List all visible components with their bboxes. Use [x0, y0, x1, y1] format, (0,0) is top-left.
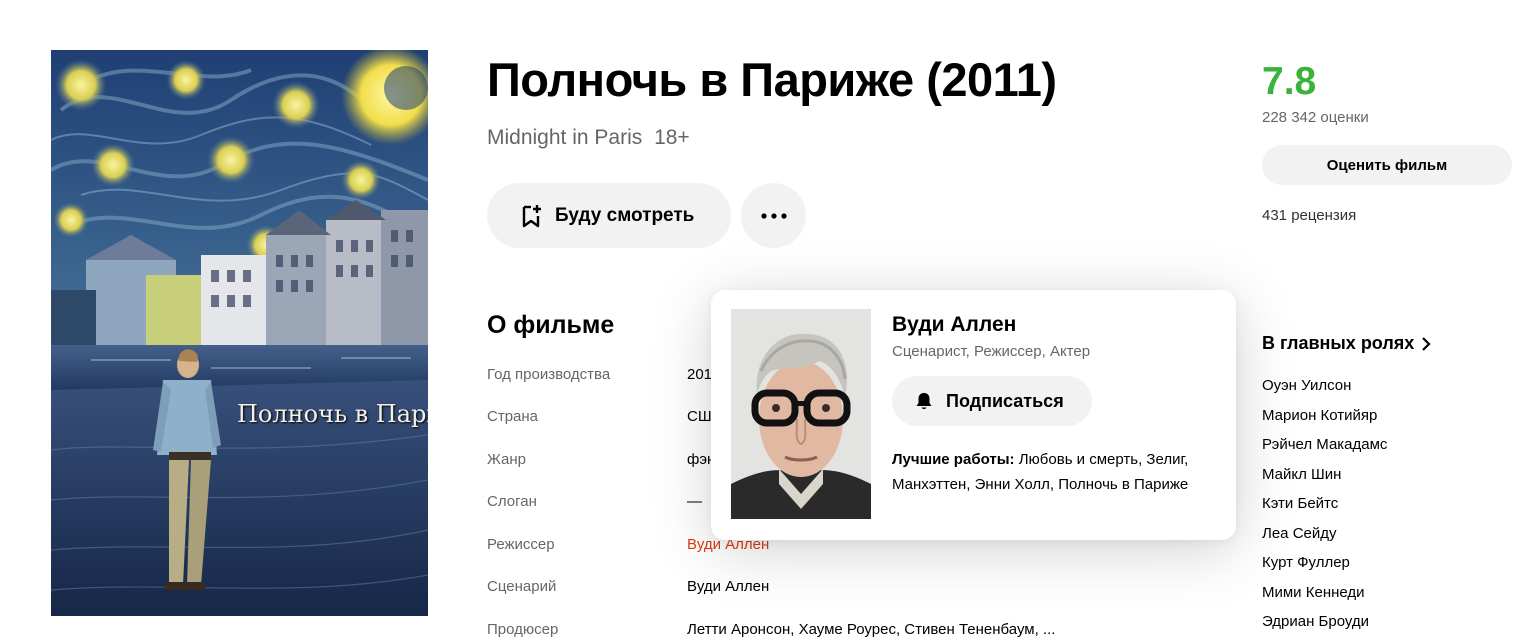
- original-title: Midnight in Paris 18+: [487, 126, 690, 150]
- person-name[interactable]: Вуди Аллен: [892, 313, 1016, 337]
- bell-icon: [916, 393, 932, 409]
- rating-votes[interactable]: 228 342 оценки: [1262, 109, 1369, 126]
- movie-poster[interactable]: Полночь в Париже: [51, 50, 428, 616]
- info-label: Слоган: [487, 493, 537, 510]
- info-value[interactable]: Летти Аронсон, Хауме Роурес, Стивен Тене…: [687, 621, 1055, 638]
- cast-item[interactable]: Мими Кеннеди: [1262, 584, 1365, 601]
- more-button[interactable]: [741, 183, 806, 248]
- watch-later-label: Буду смотреть: [555, 204, 695, 226]
- cast-heading-text: В главных ролях: [1262, 333, 1415, 353]
- info-label: Страна: [487, 408, 539, 425]
- more-dots-icon: [760, 212, 787, 219]
- cast-item[interactable]: Майкл Шин: [1262, 466, 1341, 483]
- cast-item[interactable]: Оуэн Уилсон: [1262, 377, 1351, 394]
- info-label: Продюсер: [487, 621, 559, 638]
- watch-later-button[interactable]: Буду смотреть: [487, 183, 731, 248]
- chevron-right-icon: [1422, 336, 1431, 351]
- best-works: Лучшие работы: Любовь и смерть, Зелиг, М…: [892, 448, 1222, 497]
- info-value[interactable]: СШ: [687, 408, 712, 425]
- cast-heading[interactable]: В главных ролях: [1262, 333, 1432, 354]
- about-heading: О фильме: [487, 311, 615, 339]
- info-label: Сценарий: [487, 578, 557, 595]
- info-label: Жанр: [487, 451, 526, 468]
- poster-title-text: Полночь в Париже: [237, 400, 428, 428]
- cast-item[interactable]: Рэйчел Макадамс: [1262, 436, 1387, 453]
- reviews-count[interactable]: 431 рецензия: [1262, 207, 1356, 224]
- person-photo[interactable]: [731, 309, 871, 519]
- cast-item[interactable]: Кэти Бейтс: [1262, 495, 1338, 512]
- rating-score: 7.8: [1262, 60, 1317, 103]
- cast-item[interactable]: Курт Фуллер: [1262, 554, 1350, 571]
- page-title: Полночь в Париже (2011): [487, 53, 1057, 106]
- person-roles: Сценарист, Режиссер, Актер: [892, 343, 1091, 360]
- info-label: Режиссер: [487, 536, 555, 553]
- subscribe-button[interactable]: Подписаться: [892, 376, 1092, 426]
- poster-artwork: [51, 50, 428, 616]
- person-portrait: [731, 309, 871, 519]
- subscribe-label: Подписаться: [946, 390, 1064, 411]
- cast-item[interactable]: Эдриан Броуди: [1262, 613, 1369, 630]
- info-value[interactable]: Вуди Аллен: [687, 578, 769, 595]
- age-rating: 18+: [654, 126, 690, 149]
- original-title-text: Midnight in Paris: [487, 126, 643, 149]
- bookmark-plus-icon: [522, 204, 541, 227]
- rate-movie-button[interactable]: Оценить фильм: [1262, 145, 1512, 185]
- info-value[interactable]: 201: [687, 366, 712, 383]
- info-label: Год производства: [487, 366, 611, 383]
- cast-item[interactable]: Леа Сейду: [1262, 525, 1337, 542]
- best-works-label: Лучшие работы:: [892, 451, 1015, 468]
- info-value: —: [687, 493, 702, 510]
- cast-item[interactable]: Марион Котийяр: [1262, 407, 1377, 424]
- person-popup: Вуди Аллен Сценарист, Режиссер, Актер По…: [711, 290, 1236, 540]
